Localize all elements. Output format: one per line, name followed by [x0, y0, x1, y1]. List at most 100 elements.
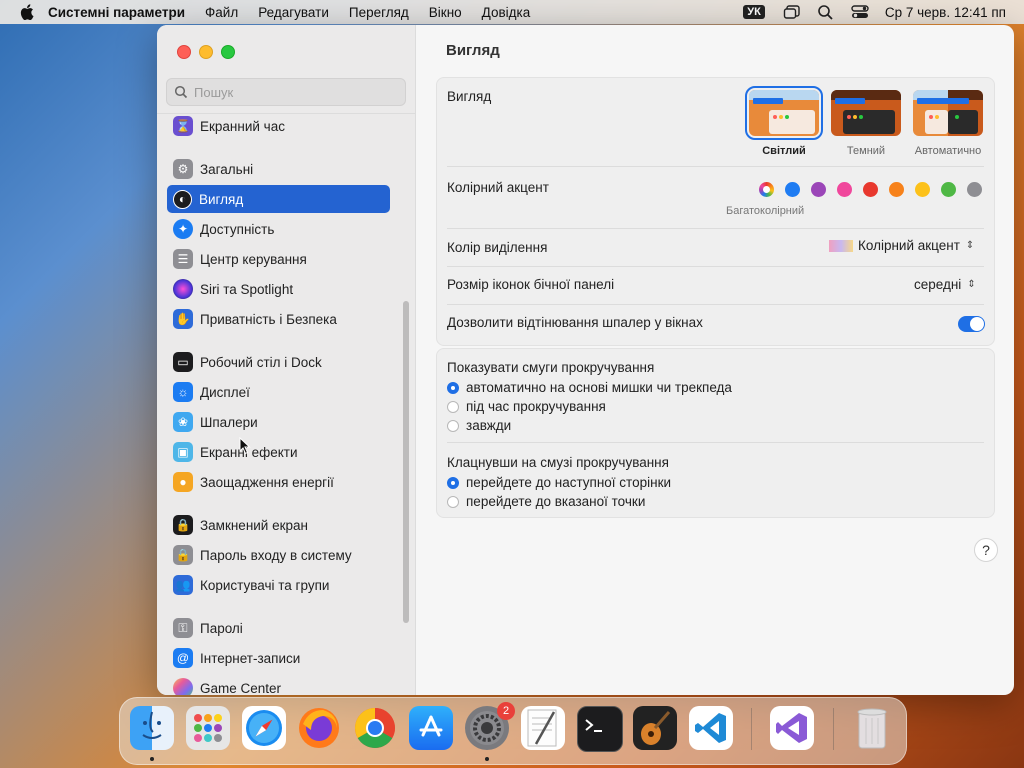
- accent-yellow-swatch[interactable]: [915, 182, 930, 197]
- sidebar-item-game-center[interactable]: Game Center: [167, 674, 390, 695]
- appearance-auto-thumbnail[interactable]: [913, 90, 983, 136]
- sidebar-item-passwords[interactable]: ⚿ Паролі: [167, 614, 390, 642]
- click-option-next-page[interactable]: перейдете до наступної сторінки: [447, 475, 671, 490]
- menu-clock[interactable]: Ср 7 черв. 12:41 пп: [885, 5, 1006, 20]
- radio-button-selected[interactable]: [447, 476, 459, 489]
- sidebar-scrollbar[interactable]: [403, 301, 409, 623]
- sidebar-item-screen-time[interactable]: ⌛ Екранний час: [167, 114, 390, 140]
- scrollbars-option-auto[interactable]: автоматично на основі мишки чи трекпеда: [447, 380, 732, 395]
- accent-blue-swatch[interactable]: [785, 182, 800, 197]
- sidebar: Пошук ⌛ Екранний час ⚙ Загальні ◐ Вигляд…: [157, 25, 416, 695]
- lock-icon: 🔒: [173, 545, 193, 565]
- system-settings-window: Пошук ⌛ Екранний час ⚙ Загальні ◐ Вигляд…: [157, 25, 1014, 695]
- dock-system-settings[interactable]: 2: [465, 702, 515, 750]
- sidebar-item-screen-saver[interactable]: ▣ Екранні ефекти: [167, 438, 390, 466]
- sidebar-item-desktop-dock[interactable]: ▭ Робочий стіл і Dock: [167, 348, 390, 376]
- close-button[interactable]: [177, 45, 191, 59]
- menu-edit[interactable]: Редагувати: [258, 5, 329, 20]
- accent-green-swatch[interactable]: [941, 182, 956, 197]
- siri-icon: [173, 279, 193, 299]
- sidebar-item-privacy-security[interactable]: ✋ Приватність і Безпека: [167, 305, 390, 333]
- sidebar-item-users-groups[interactable]: 👥 Користувачі та групи: [167, 571, 390, 599]
- sidebar-item-displays[interactable]: ☼ Дисплеї: [167, 378, 390, 406]
- accessibility-icon: ✦: [173, 219, 193, 239]
- sidebar-item-label: Siri та Spotlight: [200, 281, 294, 297]
- appearance-panel: Вигляд Світлий Темний Автоматично Колірн…: [436, 77, 995, 346]
- sidebar-item-label: Шпалери: [200, 414, 258, 430]
- menu-window[interactable]: Вікно: [429, 5, 462, 20]
- sidebar-item-label: Доступність: [200, 221, 275, 237]
- menu-extras: УК Ср 7 черв. 12:41 пп: [743, 0, 1006, 24]
- dock-textedit[interactable]: [521, 706, 565, 750]
- input-source-indicator[interactable]: УК: [743, 5, 765, 19]
- dock-terminal[interactable]: [577, 706, 623, 752]
- bulb-icon: ●: [173, 472, 193, 492]
- page-title: Вигляд: [446, 42, 500, 59]
- window-controls: [177, 45, 235, 59]
- accent-pink-swatch[interactable]: [837, 182, 852, 197]
- appearance-light-thumbnail[interactable]: [745, 86, 823, 140]
- menu-help[interactable]: Довідка: [482, 5, 531, 20]
- sidebar-item-login-password[interactable]: 🔒 Пароль входу в систему: [167, 541, 390, 569]
- sidebar-item-siri-spotlight[interactable]: Siri та Spotlight: [167, 275, 390, 303]
- search-placeholder: Пошук: [194, 84, 234, 100]
- game-center-icon: [173, 678, 193, 695]
- dock-app-store[interactable]: [409, 706, 453, 750]
- radio-button[interactable]: [447, 495, 459, 508]
- radio-button[interactable]: [447, 419, 459, 432]
- sidebar-item-appearance[interactable]: ◐ Вигляд: [167, 185, 390, 213]
- sidebar-icon-size-popup[interactable]: середні ⇕: [914, 277, 976, 292]
- radio-button[interactable]: [447, 400, 459, 413]
- dock-vscode[interactable]: [689, 706, 733, 750]
- accent-multicolor-swatch[interactable]: [759, 182, 774, 197]
- sidebar-item-accessibility[interactable]: ✦ Доступність: [167, 215, 390, 243]
- scrollbars-option-always[interactable]: завжди: [447, 418, 511, 433]
- dock-trash[interactable]: [850, 706, 894, 750]
- zoom-button[interactable]: [221, 45, 235, 59]
- dock-garageband[interactable]: [633, 706, 677, 750]
- screensaver-icon: ▣: [173, 442, 193, 462]
- sidebar-item-lock-screen[interactable]: 🔒 Замкнений екран: [167, 511, 390, 539]
- accent-purple-swatch[interactable]: [811, 182, 826, 197]
- sidebar-item-general[interactable]: ⚙ Загальні: [167, 155, 390, 183]
- control-center-icon[interactable]: [851, 4, 869, 20]
- search-field[interactable]: Пошук: [166, 78, 406, 106]
- appearance-dark-thumbnail[interactable]: [831, 90, 901, 136]
- help-button[interactable]: ?: [974, 538, 998, 562]
- sidebar-item-label: Пароль входу в систему: [200, 547, 352, 563]
- menu-app-name[interactable]: Системні параметри: [48, 5, 185, 20]
- dock-visual-studio[interactable]: [770, 706, 814, 750]
- accent-color-row: Колірний акцент Багатоколірний: [437, 167, 994, 227]
- scrollbars-option-scrolling[interactable]: під час прокручування: [447, 399, 606, 414]
- scrollbar-panel: Показувати смуги прокручування автоматич…: [436, 348, 995, 518]
- dock-firefox[interactable]: [297, 706, 341, 750]
- dock-finder[interactable]: [130, 706, 174, 750]
- dock-safari[interactable]: [242, 706, 286, 750]
- highlight-gradient-icon: [829, 239, 853, 252]
- users-icon: 👥: [173, 575, 193, 595]
- minimize-button[interactable]: [199, 45, 213, 59]
- dock-chrome[interactable]: [353, 706, 397, 750]
- safari-icon: [246, 710, 282, 746]
- sidebar-item-label: Екранний час: [200, 118, 285, 134]
- menu-view[interactable]: Перегляд: [349, 5, 409, 20]
- menu-file[interactable]: Файл: [205, 5, 238, 20]
- wallpaper-tinting-toggle[interactable]: [958, 316, 985, 332]
- sidebar-item-internet-accounts[interactable]: @ Інтернет-записи: [167, 644, 390, 672]
- accent-graphite-swatch[interactable]: [967, 182, 982, 197]
- highlight-color-popup[interactable]: Колірний акцент ⇕: [829, 238, 974, 253]
- apple-logo-icon[interactable]: [20, 4, 34, 20]
- sidebar-item-label: Інтернет-записи: [200, 650, 301, 666]
- click-option-spot[interactable]: перейдете до вказаної точки: [447, 494, 645, 509]
- radio-button-selected[interactable]: [447, 381, 459, 394]
- sidebar-item-label: Центр керування: [200, 251, 307, 267]
- accent-red-swatch[interactable]: [863, 182, 878, 197]
- dock-launchpad[interactable]: [186, 706, 230, 750]
- accent-orange-swatch[interactable]: [889, 182, 904, 197]
- spotlight-search-icon[interactable]: [817, 4, 835, 20]
- sidebar-item-control-center[interactable]: ☰ Центр керування: [167, 245, 390, 273]
- sidebar-item-energy-saver[interactable]: ● Заощадження енергії: [167, 468, 390, 496]
- stage-manager-icon[interactable]: [783, 4, 801, 20]
- firefox-icon: [299, 708, 339, 748]
- sidebar-item-wallpaper[interactable]: ❀ Шпалери: [167, 408, 390, 436]
